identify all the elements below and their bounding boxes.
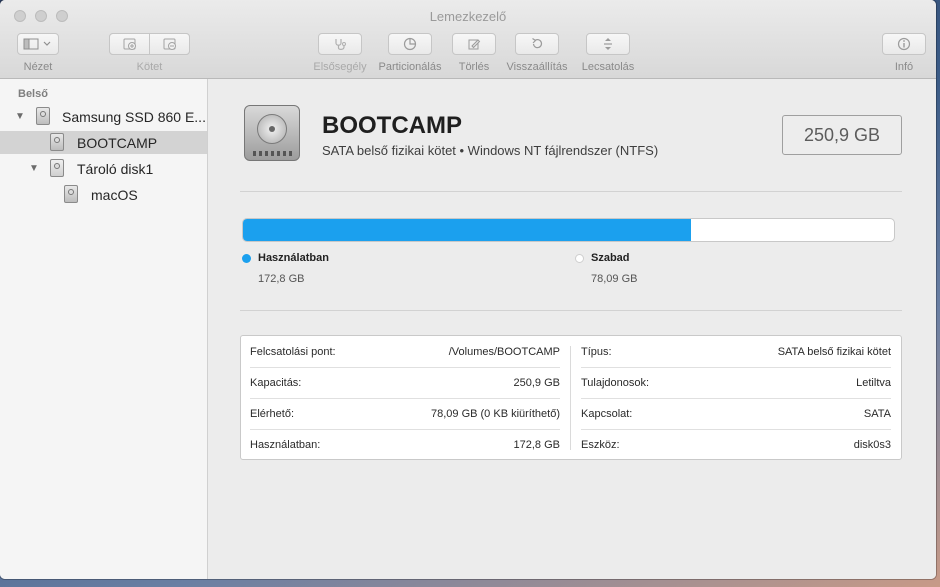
- add-volume-icon: [123, 38, 136, 50]
- used-legend-title: Használatban: [258, 252, 329, 264]
- hard-disk-icon: [36, 107, 50, 125]
- sidebar-item-container-disk1[interactable]: ▼ Tároló disk1: [0, 157, 207, 180]
- info-button[interactable]: [882, 33, 926, 55]
- disk-platter: [257, 114, 287, 144]
- sidebar-item-label: macOS: [91, 186, 138, 203]
- info-value: /Volumes/BOOTCAMP: [448, 345, 560, 358]
- view-label: Nézet: [23, 61, 53, 73]
- used-legend-dot: [242, 254, 251, 263]
- erase-label: Törlés: [458, 61, 490, 73]
- volume-description: SATA belső fizikai kötet • Windows NT fá…: [322, 143, 659, 158]
- window-title: Lemezkezelő: [429, 9, 507, 24]
- info-row: Kapcsolat: SATA: [572, 398, 901, 429]
- info-value: 78,09 GB (0 KB kiüríthető): [430, 407, 560, 420]
- partition-button[interactable]: [388, 33, 432, 55]
- hard-disk-icon: [64, 185, 78, 203]
- info-label: Infó: [894, 61, 914, 73]
- usage-bar: [242, 218, 895, 242]
- disk-utility-window: Lemezkezelő Nézet Kötet Elsősegély Parti…: [0, 0, 936, 579]
- info-label: Eszköz:: [581, 438, 620, 451]
- remove-volume-button[interactable]: [149, 33, 190, 55]
- disk-connector: [253, 151, 293, 156]
- info-value: 172,8 GB: [513, 438, 560, 451]
- restore-button[interactable]: [515, 33, 559, 55]
- free-legend-title: Szabad: [591, 252, 630, 264]
- restore-arrow-icon: [532, 38, 543, 49]
- info-row: Elérhető: 78,09 GB (0 KB kiüríthető): [241, 398, 570, 429]
- sidebar-item-label: Tároló disk1: [77, 160, 154, 177]
- disclosure-triangle-icon[interactable]: ▼: [15, 111, 25, 122]
- divider: [240, 191, 902, 192]
- sidebar-item-bootcamp[interactable]: BOOTCAMP: [0, 131, 207, 154]
- sidebar-section-internal: Belső: [18, 88, 48, 100]
- erase-button[interactable]: [452, 33, 496, 55]
- capacity-box: 250,9 GB: [782, 115, 902, 155]
- info-value: disk0s3: [853, 438, 891, 451]
- restore-label: Visszaállítás: [506, 61, 568, 73]
- sidebar: Belső ▼ Samsung SSD 860 E... BOOTCAMP ▼ …: [0, 79, 208, 579]
- used-legend-value: 172,8 GB: [258, 273, 305, 285]
- info-row: Tulajdonosok: Letiltva: [572, 367, 901, 398]
- info-value: Letiltva: [856, 376, 891, 389]
- info-value: 250,9 GB: [513, 376, 560, 389]
- unmount-button[interactable]: [586, 33, 630, 55]
- info-label: Kapacitás:: [250, 376, 302, 389]
- sidebar-item-label: BOOTCAMP: [77, 134, 158, 151]
- first-aid-label: Elsősegély: [313, 61, 367, 73]
- unmount-icon: [604, 38, 612, 50]
- sidebar-item-label: Samsung SSD 860 E...: [62, 108, 206, 125]
- toolbar: Lemezkezelő Nézet Kötet Elsősegély Parti…: [0, 0, 936, 79]
- info-row: Eszköz: disk0s3: [572, 429, 901, 460]
- partition-label: Particionálás: [378, 61, 442, 73]
- stethoscope-icon: [335, 39, 346, 50]
- disclosure-triangle-icon[interactable]: ▼: [29, 163, 39, 174]
- first-aid-button[interactable]: [318, 33, 362, 55]
- info-icon: [897, 37, 911, 51]
- info-label: Elérhető:: [250, 407, 295, 420]
- add-volume-button[interactable]: [109, 33, 150, 55]
- erase-icon: [468, 39, 481, 50]
- remove-volume-icon: [163, 38, 176, 50]
- free-legend-dot: [575, 254, 584, 263]
- volume-label: Kötet: [136, 61, 163, 73]
- info-label: Tulajdonosok:: [581, 376, 650, 389]
- info-label: Kapcsolat:: [581, 407, 633, 420]
- sidebar-item-samsung-ssd[interactable]: ▼ Samsung SSD 860 E...: [0, 105, 207, 128]
- info-label: Felcsatolási pont:: [250, 345, 336, 358]
- volume-name: BOOTCAMP: [322, 112, 462, 139]
- unmount-label: Lecsatolás: [581, 61, 635, 73]
- info-row: Típus: SATA belső fizikai kötet: [572, 336, 901, 367]
- info-value: SATA: [863, 407, 891, 420]
- info-label: Típus:: [581, 345, 612, 358]
- divider: [240, 310, 902, 311]
- info-row: Kapacitás: 250,9 GB: [241, 367, 570, 398]
- free-legend-value: 78,09 GB: [591, 273, 638, 285]
- sidebar-view-icon: [23, 38, 51, 50]
- info-row: Felcsatolási pont: /Volumes/BOOTCAMP: [241, 336, 570, 367]
- info-label: Használatban:: [250, 438, 321, 451]
- hard-disk-icon: [50, 133, 64, 151]
- container-icon: [50, 159, 64, 177]
- info-value: SATA belső fizikai kötet: [777, 345, 891, 358]
- sidebar-item-macos[interactable]: macOS: [0, 183, 207, 206]
- view-button[interactable]: [17, 33, 59, 55]
- partition-pie-icon: [403, 37, 417, 51]
- column-divider: [570, 346, 571, 450]
- volume-hard-disk-icon: [244, 105, 300, 161]
- usage-bar-used: [243, 219, 691, 241]
- main-panel: BOOTCAMP SATA belső fizikai kötet • Wind…: [208, 79, 936, 579]
- info-row: Használatban: 172,8 GB: [241, 429, 570, 460]
- info-table: Felcsatolási pont: /Volumes/BOOTCAMP Kap…: [240, 335, 902, 460]
